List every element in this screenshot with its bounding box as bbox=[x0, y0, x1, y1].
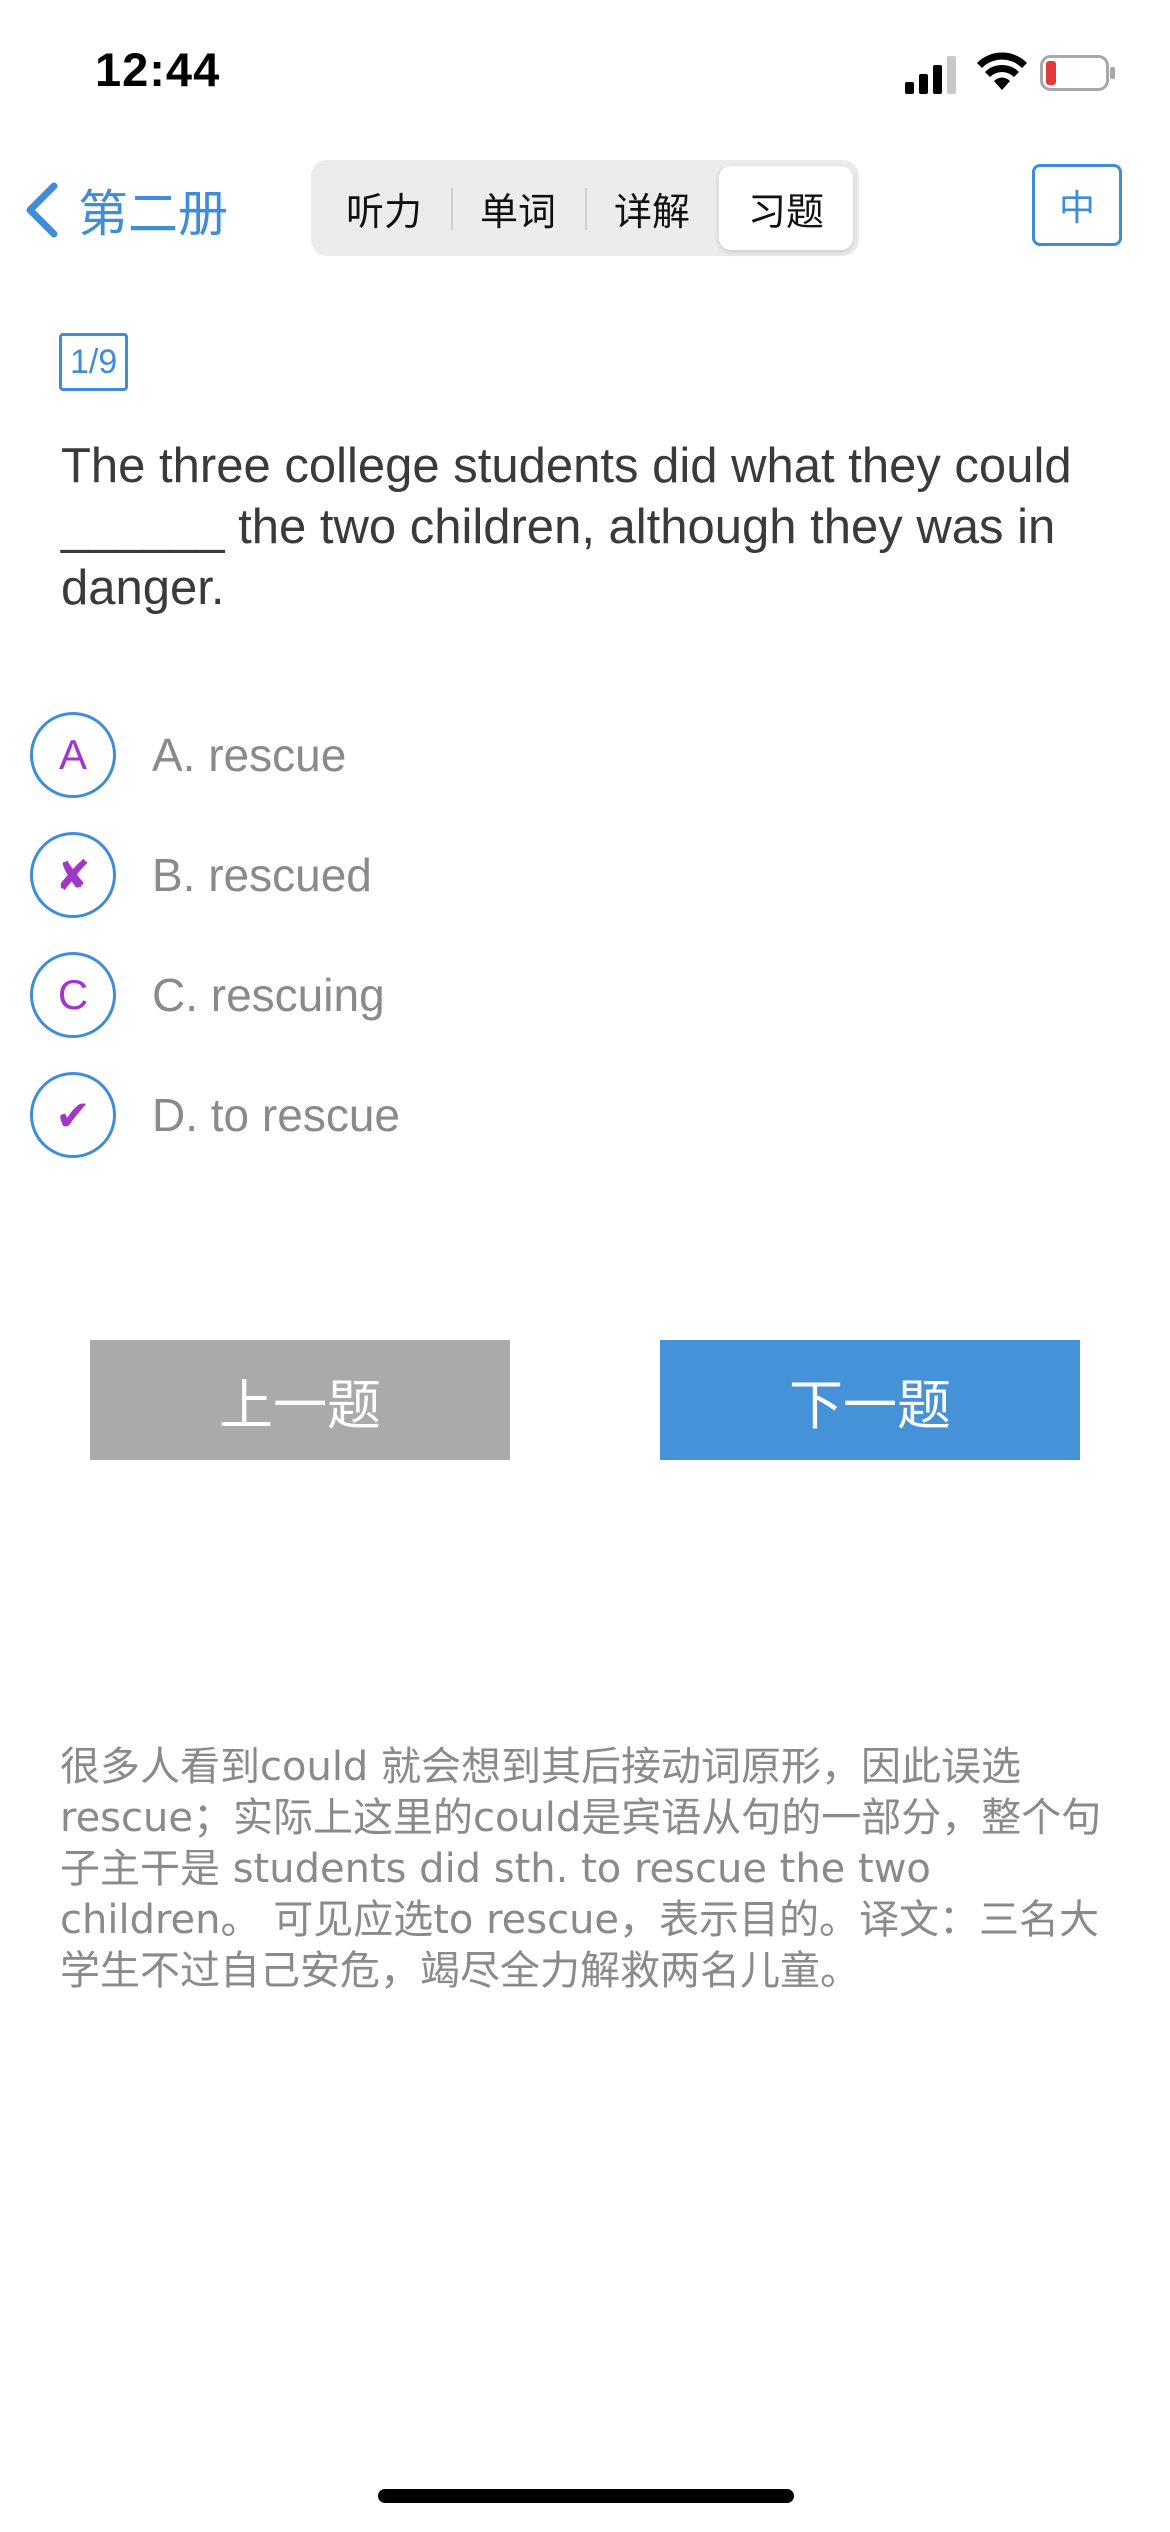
option-a-text: A. rescue bbox=[152, 729, 347, 781]
option-d-text: D. to rescue bbox=[152, 1089, 400, 1141]
language-toggle-button[interactable]: 中 bbox=[1032, 164, 1122, 246]
status-time: 12:44 bbox=[95, 43, 221, 96]
back-label: 第二册 bbox=[78, 185, 228, 243]
answer-explanation: 很多人看到could 就会想到其后接动词原形，因此误选rescue；实际上这里的… bbox=[60, 1744, 1102, 1994]
option-b-text: B. rescued bbox=[152, 849, 372, 901]
nav-bar: 第二册 听力 单词 详解 习题 中 bbox=[0, 150, 1170, 270]
wrong-answer-icon: ✘ bbox=[30, 832, 116, 918]
question-counter-badge: 1/9 bbox=[59, 333, 129, 391]
option-c-mark: C bbox=[30, 952, 116, 1038]
question-text: The three college students did what they… bbox=[61, 439, 1072, 615]
signal-icon bbox=[905, 56, 956, 94]
option-b[interactable]: ✘ B. rescued bbox=[30, 832, 1130, 918]
status-bar: 12:44 bbox=[0, 0, 1170, 140]
tab-listening[interactable]: 听力 bbox=[317, 166, 451, 250]
previous-question-button[interactable]: 上一题 bbox=[90, 1340, 510, 1460]
next-question-button[interactable]: 下一题 bbox=[660, 1340, 1080, 1460]
option-c[interactable]: C C. rescuing bbox=[30, 952, 1130, 1038]
answer-options: A A. rescue ✘ B. rescued C C. rescuing ✔… bbox=[30, 712, 1130, 1192]
tab-vocabulary[interactable]: 单词 bbox=[451, 166, 585, 250]
home-indicator[interactable] bbox=[378, 2489, 794, 2503]
correct-answer-icon: ✔ bbox=[30, 1072, 116, 1158]
option-d[interactable]: ✔ D. to rescue bbox=[30, 1072, 1130, 1158]
option-a[interactable]: A A. rescue bbox=[30, 712, 1130, 798]
option-c-text: C. rescuing bbox=[152, 969, 385, 1021]
wifi-icon bbox=[977, 52, 1027, 90]
section-tabs: 听力 单词 详解 习题 bbox=[311, 160, 859, 256]
tab-explanation[interactable]: 详解 bbox=[585, 166, 719, 250]
option-a-mark: A bbox=[30, 712, 116, 798]
battery-low-icon bbox=[1040, 55, 1115, 91]
back-button[interactable]: 第二册 bbox=[20, 170, 228, 250]
chevron-left-icon bbox=[26, 182, 58, 238]
tab-exercises[interactable]: 习题 bbox=[719, 166, 853, 250]
